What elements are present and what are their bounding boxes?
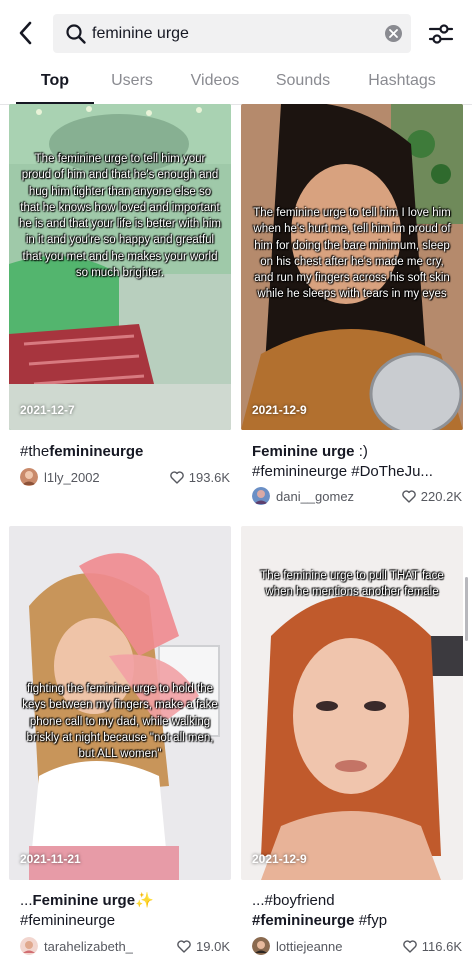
video-meta: dani__gomez 220.2K (252, 486, 462, 506)
title-prefix: ... (20, 892, 33, 909)
title-bold: Feminine urge (32, 892, 136, 909)
search-tabs: Top Users Videos Sounds Hashtags (0, 66, 472, 105)
search-bar[interactable] (53, 14, 411, 53)
video-title-hashtags[interactable]: #feminineurge #DoTheJu... (252, 462, 462, 482)
title-suffix: ✨ (135, 892, 154, 909)
tab-videos[interactable]: Videos (180, 72, 250, 104)
video-title-hashtags[interactable]: #feminineurge #fyp (252, 911, 462, 931)
username[interactable]: lottiejeanne (276, 939, 386, 954)
title-suffix: #fyp (354, 912, 388, 929)
like-count-value: 116.6K (421, 938, 462, 954)
video-thumbnail[interactable]: The feminine urge to tell him your proud… (9, 104, 231, 430)
video-caption: The feminine urge to tell him your proud… (19, 153, 221, 280)
tab-top[interactable]: Top (16, 72, 94, 104)
like-count: 19.0K (177, 936, 230, 956)
clear-icon (389, 29, 398, 38)
chevron-left-icon (19, 21, 32, 45)
filter-button[interactable] (426, 19, 456, 49)
video-title[interactable]: ...Feminine urge✨ (20, 891, 230, 911)
like-count-value: 220.2K (420, 488, 462, 504)
clear-search-button[interactable] (385, 25, 402, 42)
tab-users[interactable]: Users (100, 72, 164, 104)
video-date: 2021-11-21 (20, 852, 81, 866)
search-icon (66, 24, 86, 44)
title-bold: Feminine urge (252, 443, 355, 460)
title-bold: feminineurge (49, 443, 144, 460)
avatar[interactable] (20, 468, 38, 486)
username[interactable]: l1ly_2002 (44, 470, 154, 485)
search-header (0, 0, 472, 66)
video-caption: fighting the feminine urge to hold the k… (22, 683, 218, 761)
video-date: 2021-12-9 (252, 403, 307, 417)
title-prefix: #the (20, 443, 50, 460)
video-title[interactable]: #thefeminineurge (20, 442, 230, 462)
video-thumbnail[interactable]: The feminine urge to pull THAT face when… (241, 526, 463, 880)
back-button[interactable] (12, 18, 40, 48)
video-date: 2021-12-9 (252, 852, 307, 866)
heart-icon (402, 489, 416, 503)
like-count: 220.2K (402, 486, 462, 506)
like-count: 193.6K (170, 467, 230, 487)
video-caption: The feminine urge to tell him I love him… (253, 207, 451, 301)
search-input[interactable] (92, 18, 372, 49)
heart-icon (177, 939, 191, 953)
title-suffix: :) (354, 443, 368, 460)
scrollbar[interactable] (465, 577, 468, 641)
video-date: 2021-12-7 (20, 403, 75, 417)
title-bold: #feminineurge (252, 912, 355, 929)
video-meta: lottiejeanne 116.6K (252, 936, 462, 956)
video-title[interactable]: ...#boyfriend (252, 891, 462, 911)
avatar[interactable] (252, 937, 270, 955)
filter-sliders-icon (428, 24, 454, 44)
like-count: 116.6K (403, 936, 462, 956)
like-count-value: 193.6K (188, 469, 230, 485)
avatar[interactable] (20, 937, 38, 955)
video-thumbnail[interactable]: The feminine urge to tell him I love him… (241, 104, 463, 430)
username[interactable]: tarahelizabeth_ (44, 939, 154, 954)
video-thumbnail[interactable]: fighting the feminine urge to hold the k… (9, 526, 231, 880)
video-meta: l1ly_2002 193.6K (20, 467, 230, 487)
video-title[interactable]: Feminine urge :) (252, 442, 462, 462)
tab-sounds[interactable]: Sounds (266, 72, 340, 104)
heart-icon (403, 939, 417, 953)
tab-hashtags[interactable]: Hashtags (356, 72, 448, 104)
heart-icon (170, 470, 184, 484)
video-caption: The feminine urge to pull THAT face when… (260, 570, 444, 599)
like-count-value: 19.0K (196, 938, 230, 954)
video-meta: tarahelizabeth_ 19.0K (20, 936, 230, 956)
avatar[interactable] (252, 487, 270, 505)
username[interactable]: dani__gomez (276, 489, 386, 504)
video-title-hashtags[interactable]: #feminineurge (20, 911, 230, 931)
